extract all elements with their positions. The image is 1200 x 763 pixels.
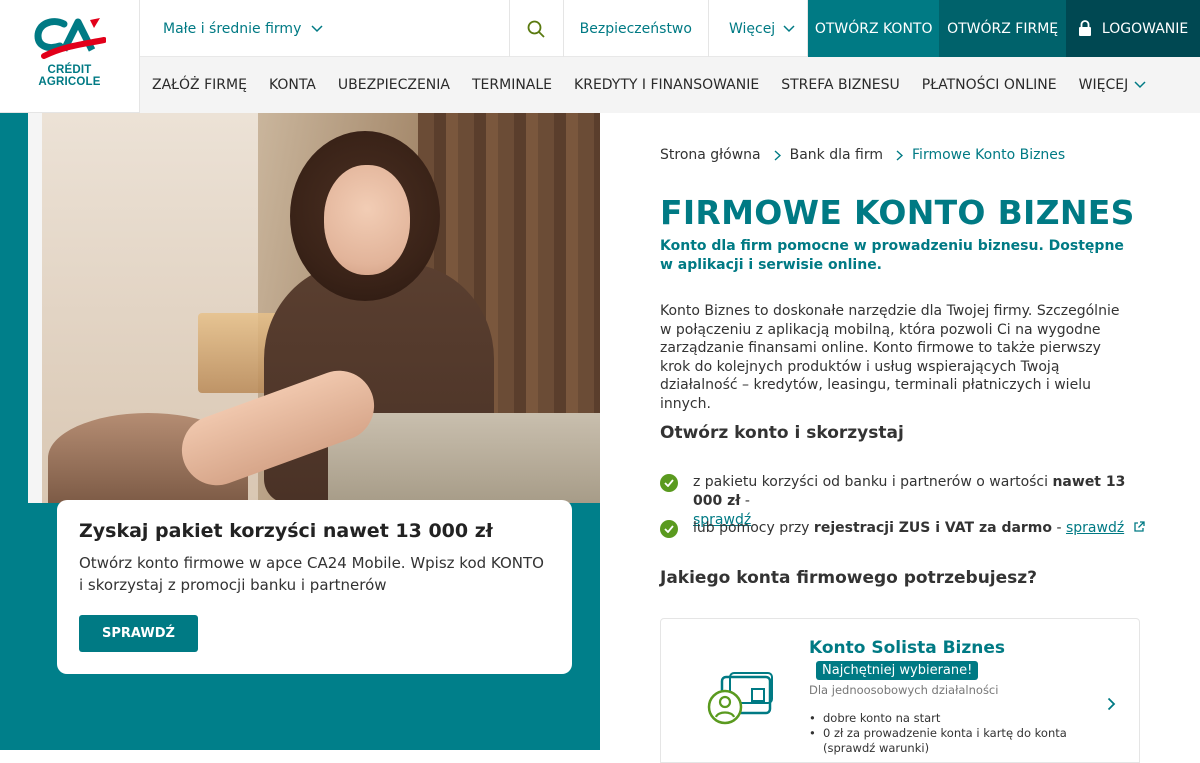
logo-text-line1: CRÉDIT [47,64,92,76]
top-bar: Małe i średnie firmy Bezpieczeństwo Więc… [140,0,1200,57]
benefit-2-text: lub pomocy przy rejestracji ZUS i VAT za… [693,519,1145,538]
benefit-2-prefix: lub pomocy przy [693,520,814,536]
check-icon [660,474,678,492]
more-label: Więcej [728,20,776,37]
nav-item-konta[interactable]: Konta [258,77,327,93]
chevron-down-icon [1134,81,1146,89]
chevron-down-icon [783,24,795,32]
benefit-item-2: lub pomocy przy rejestracji ZUS i VAT za… [660,519,1145,538]
security-link[interactable]: Bezpieczeństwo [564,0,709,57]
chevron-down-icon [311,24,323,32]
photo-blanket [328,413,600,503]
benefit-2-link[interactable]: sprawdź [1066,520,1124,536]
account-feature: dobre konto na start [809,711,1109,726]
benefit-2-bold: rejestracji ZUS i VAT za darmo [813,520,1053,536]
hero-section: Zyskaj pakiet korzyści nawet 13 000 zł O… [0,113,600,750]
account-features: dobre konto na start 0 zł za prowadzenie… [809,711,1109,756]
account-name: Konto Solista Biznes [809,638,1006,658]
wallet-user-icon [707,672,773,725]
credit-agricole-logo-icon [33,18,106,59]
segment-label: Małe i średnie firmy [163,20,302,37]
promo-title: Zyskaj pakiet korzyści nawet 13 000 zł [79,520,493,542]
search-button[interactable] [510,0,564,57]
promo-card: Zyskaj pakiet korzyści nawet 13 000 zł O… [57,500,572,674]
nav-item-wiecej[interactable]: Więcej [1068,77,1158,93]
promo-check-button[interactable]: Sprawdź [79,615,198,652]
hero-photo [28,113,600,503]
chevron-right-icon[interactable] [1107,697,1116,711]
popular-badge: Najchętniej wybierane! [816,661,979,680]
account-card-solista[interactable]: Konto Solista Biznes Najchętniej wybiera… [660,618,1140,763]
accounts-heading: Jakiego konta firmowego potrzebujesz? [660,568,1038,588]
login-label: Logowanie [1101,20,1189,37]
main-nav: Załóż firmę Konta Ubezpieczenia Terminal… [140,57,1200,113]
login-button[interactable]: Logowanie [1066,0,1200,57]
benefits-heading: Otwórz konto i skorzystaj [660,423,904,443]
breadcrumb-home[interactable]: Strona główna [660,147,761,163]
nav-item-kredyty[interactable]: Kredyty i finansowanie [563,77,770,93]
external-link-icon [1133,521,1145,532]
check-icon [660,520,678,538]
nav-item-wiecej-label: Więcej [1078,77,1129,93]
nav-item-platnosci-online[interactable]: Płatności online [911,77,1068,93]
benefit-1-prefix: z pakietu korzyści od banku i partnerów … [693,474,1053,490]
account-description: Dla jednoosobowych działalności [809,683,999,697]
logo-text-line2: AGRICOLE [38,76,101,88]
page-description: Konto Biznes to doskonałe narzędzie dla … [660,303,1120,412]
breadcrumb-bank-dla-firm[interactable]: Bank dla firm [790,147,883,163]
nav-item-ubezpieczenia[interactable]: Ubezpieczenia [327,77,461,93]
breadcrumb-current: Firmowe Konto Biznes [912,147,1066,163]
chevron-right-icon [896,149,904,161]
open-company-button[interactable]: Otwórz firmę [939,0,1067,57]
benefit-1-suffix: - [740,493,750,509]
logo-link[interactable]: CRÉDIT AGRICOLE [0,0,140,113]
chevron-right-icon [774,149,781,161]
page-title: FIRMOWE KONTO BIZNES [660,193,1135,232]
nav-item-zaloz-firme[interactable]: Załóż firmę [140,77,258,93]
segment-selector[interactable]: Małe i średnie firmy [140,0,510,57]
open-account-button[interactable]: Otwórz konto [808,0,940,57]
lock-icon [1078,20,1091,36]
page-subtitle: Konto dla firm pomocne w prowadzeniu biz… [660,238,1124,273]
more-menu[interactable]: Więcej [709,0,809,57]
account-feature: 0 zł za prowadzenie konta i kartę do kon… [809,726,1109,756]
promo-text: Otwórz konto firmowe w apce CA24 Mobile.… [79,554,544,594]
site-header: CRÉDIT AGRICOLE Małe i średnie firmy Bez… [0,0,1200,113]
photo-therapist-face [324,165,410,275]
logo-text: CRÉDIT AGRICOLE [38,64,100,88]
nav-item-terminale[interactable]: Terminale [461,77,563,93]
breadcrumb: Strona główna Bank dla firm Firmowe Kont… [660,147,1065,163]
benefit-2-suffix: - [1052,520,1066,536]
nav-item-strefa-biznesu[interactable]: Strefa biznesu [770,77,911,93]
photo-frame-edge [28,113,42,503]
search-icon [527,20,545,38]
